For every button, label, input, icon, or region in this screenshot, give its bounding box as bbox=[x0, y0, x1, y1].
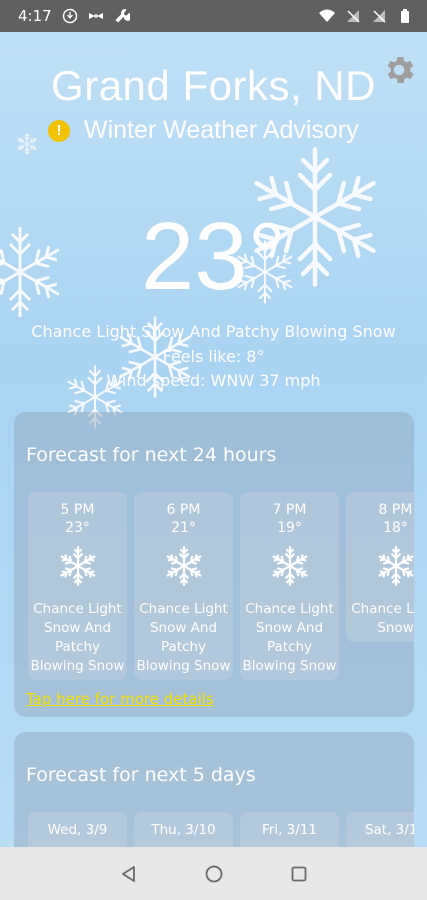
day-label: Fri, 3/11 bbox=[262, 822, 317, 838]
status-time: 4:17 bbox=[18, 7, 52, 25]
day-item[interactable]: Thu, 3/10 bbox=[134, 812, 233, 847]
gear-icon[interactable] bbox=[381, 52, 417, 88]
snowflake-icon bbox=[163, 545, 204, 587]
hourly-forecast-card[interactable]: Forecast for next 24 hours 5 PM 23° Chan… bbox=[14, 412, 414, 717]
current-temperature: 23° bbox=[140, 203, 287, 310]
hour-temp: 21° bbox=[171, 520, 196, 536]
day-label: Thu, 3/10 bbox=[151, 822, 216, 838]
hour-item[interactable]: 6 PM 21° Chance Light Snow And Patchy Bl… bbox=[134, 492, 233, 680]
feels-like: Feels like: 8° bbox=[162, 347, 265, 366]
hour-condition: Chance Light Snow bbox=[351, 601, 414, 636]
battery-icon bbox=[401, 9, 409, 23]
navigation-bar bbox=[0, 847, 427, 900]
details-link[interactable]: Tap here for more details bbox=[26, 690, 214, 708]
hour-time: 5 PM bbox=[60, 502, 95, 518]
hour-item[interactable]: 7 PM 19° Chance Light Snow And Patchy Bl… bbox=[240, 492, 339, 680]
daily-title: Forecast for next 5 days bbox=[26, 764, 256, 786]
snowflake-icon bbox=[375, 545, 414, 587]
day-label: Wed, 3/9 bbox=[47, 822, 108, 838]
wifi-icon bbox=[319, 9, 335, 22]
no-signal-icon-2 bbox=[373, 10, 386, 23]
hour-condition: Chance Light Snow And Patchy Blowing Sno… bbox=[136, 601, 231, 674]
snowflake-icon bbox=[15, 132, 39, 156]
wrench-icon bbox=[115, 9, 130, 23]
daily-list[interactable]: Wed, 3/9 Thu, 3/10 Fri, 3/11 Sat, 3/12 bbox=[28, 812, 414, 847]
daily-forecast-card[interactable]: Forecast for next 5 days Wed, 3/9 Thu, 3… bbox=[14, 732, 414, 847]
exclamation-icon: ! bbox=[48, 119, 70, 142]
day-item[interactable]: Sat, 3/12 bbox=[346, 812, 414, 847]
hour-condition: Chance Light Snow And Patchy Blowing Sno… bbox=[30, 601, 125, 674]
hour-temp: 23° bbox=[65, 520, 90, 536]
hour-item[interactable]: 8 PM 18° Chance Light Snow bbox=[346, 492, 414, 642]
back-icon[interactable] bbox=[120, 865, 138, 883]
day-item[interactable]: Wed, 3/9 bbox=[28, 812, 127, 847]
home-icon[interactable] bbox=[204, 864, 224, 884]
no-signal-icon bbox=[347, 10, 360, 23]
snowflake-icon bbox=[269, 545, 310, 587]
hour-time: 8 PM bbox=[378, 502, 413, 518]
alert-banner[interactable]: ! Winter Weather Advisory bbox=[48, 116, 359, 145]
hour-item[interactable]: 5 PM 23° Chance Light Snow And Patchy Bl… bbox=[28, 492, 127, 680]
hourly-title: Forecast for next 24 hours bbox=[26, 444, 277, 466]
hour-temp: 19° bbox=[277, 520, 302, 536]
hour-temp: 18° bbox=[383, 520, 408, 536]
weather-main[interactable]: Grand Forks, ND ! Winter Weather Advisor… bbox=[0, 32, 427, 847]
notification-icon bbox=[62, 8, 77, 24]
hourly-list[interactable]: 5 PM 23° Chance Light Snow And Patchy Bl… bbox=[28, 492, 414, 680]
city-name: Grand Forks, ND bbox=[51, 62, 376, 109]
wind-speed: Wind speed: WNW 37 mph bbox=[106, 371, 321, 390]
hour-time: 7 PM bbox=[272, 502, 307, 518]
hour-condition: Chance Light Snow And Patchy Blowing Sno… bbox=[242, 601, 337, 674]
day-label: Sat, 3/12 bbox=[364, 822, 414, 838]
recents-icon[interactable] bbox=[290, 865, 308, 883]
current-condition: Chance Light Snow And Patchy Blowing Sno… bbox=[31, 322, 396, 341]
status-bar: 4:17 bbox=[0, 0, 427, 32]
alert-text: Winter Weather Advisory bbox=[84, 116, 359, 144]
hour-time: 6 PM bbox=[166, 502, 201, 518]
day-item[interactable]: Fri, 3/11 bbox=[240, 812, 339, 847]
bow-icon bbox=[88, 13, 103, 19]
snowflake-icon bbox=[57, 545, 98, 587]
